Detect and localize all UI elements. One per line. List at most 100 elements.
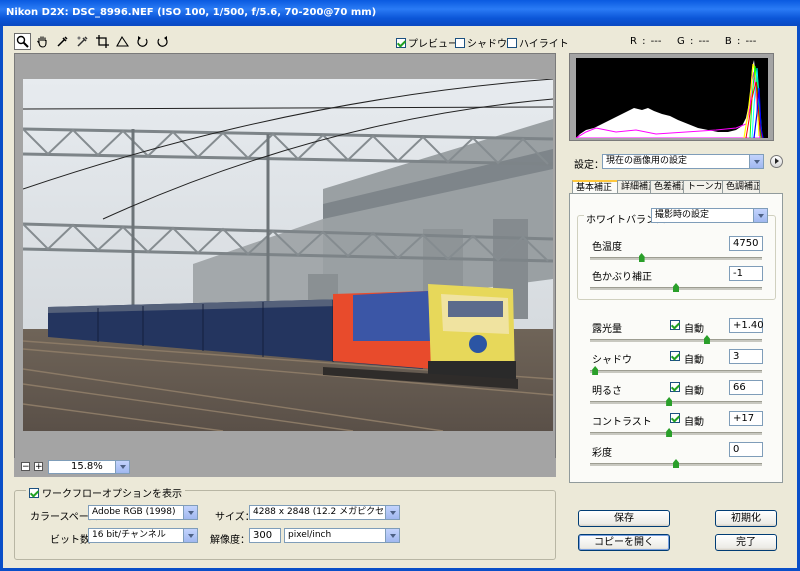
size-value: 4288 x 2848 (12.2 メガピクセル): [253, 507, 397, 517]
tint-label: 色かぶり補正: [592, 272, 652, 283]
image-preview-area[interactable]: [14, 53, 556, 477]
chevron-down-icon: [183, 529, 197, 542]
tint-slider[interactable]: [590, 283, 762, 292]
bitdepth-select[interactable]: 16 bit/チャンネル: [88, 528, 198, 543]
zoom-value: 15.8%: [71, 461, 103, 472]
resolution-unit-select[interactable]: pixel/inch: [284, 528, 400, 543]
workflow-options-checkbox[interactable]: [29, 487, 39, 498]
settings-label: 設定：: [574, 160, 604, 171]
white-balance-value: 撮影時の設定: [655, 210, 710, 220]
bitdepth-value: 16 bit/チャンネル: [92, 530, 166, 540]
brightness-auto-checkbox[interactable]: [670, 382, 680, 392]
brightness-label: 明るさ: [592, 386, 622, 397]
rotate-left-tool[interactable]: [134, 33, 151, 50]
eyedropper-tool[interactable]: [54, 33, 71, 50]
zoom-bar: − + 15.8%: [14, 458, 556, 477]
settings-select[interactable]: 現在の画像用の設定: [602, 154, 764, 169]
window-title: Nikon D2X: DSC_8996.NEF (ISO 100, 1/500,…: [0, 0, 800, 26]
eyedropper-icon: [57, 36, 68, 47]
exposure-slider[interactable]: [590, 335, 762, 344]
settings-menu-button[interactable]: [770, 155, 783, 168]
saturation-input[interactable]: 0: [729, 442, 763, 457]
rgb-readout: R : --- G : --- B : ---: [630, 36, 756, 47]
highlight-option[interactable]: ハイライト: [507, 35, 569, 50]
straighten-icon: [116, 35, 129, 47]
save-button[interactable]: 保存: [578, 510, 670, 527]
tab-curve[interactable]: トーンカーブ: [683, 180, 723, 193]
tint-input[interactable]: -1: [729, 266, 763, 281]
settings-value: 現在の画像用の設定: [606, 156, 688, 166]
size-select[interactable]: 4288 x 2848 (12.2 メガピクセル): [249, 505, 400, 520]
preview-checkbox[interactable]: [396, 37, 406, 48]
chevron-down-icon: [385, 506, 399, 519]
crop-tool[interactable]: [94, 33, 111, 50]
chevron-down-icon: [749, 155, 763, 168]
zoom-tool[interactable]: [14, 33, 31, 50]
colorspace-value: Adobe RGB (1998): [92, 507, 176, 517]
saturation-label: 彩度: [592, 448, 612, 459]
chevron-down-icon: [385, 529, 399, 542]
temperature-slider[interactable]: [590, 253, 762, 262]
chevron-down-icon: [753, 209, 767, 222]
shadow-checkbox[interactable]: [455, 37, 465, 48]
colorspace-select[interactable]: Adobe RGB (1998): [88, 505, 198, 520]
temperature-label: 色温度: [592, 242, 622, 253]
hand-tool[interactable]: [34, 33, 51, 50]
chevron-down-icon: [115, 461, 129, 473]
saturation-slider[interactable]: [590, 459, 762, 468]
g-readout: G : ---: [677, 36, 710, 47]
tab-lens[interactable]: 色差補正: [650, 180, 684, 193]
contrast-auto-checkbox[interactable]: [670, 413, 680, 423]
shadows-slider[interactable]: [590, 366, 762, 375]
tab-calibrate[interactable]: 色調補正: [722, 180, 760, 193]
done-button[interactable]: 完了: [715, 534, 777, 551]
histogram-graph: [576, 58, 768, 138]
gray-point-eyedropper-icon: [77, 36, 88, 47]
exposure-auto-checkbox[interactable]: [670, 320, 680, 330]
reset-button[interactable]: 初期化: [715, 510, 777, 527]
preview-option[interactable]: プレビュー: [396, 35, 458, 50]
exposure-input[interactable]: +1.40: [729, 318, 764, 333]
workflow-options-label: ワークフローオプションを表示: [42, 489, 182, 500]
hand-icon: [37, 36, 47, 48]
contrast-input[interactable]: +17: [729, 411, 763, 426]
zoom-icon: [16, 35, 29, 48]
exposure-label: 露光量: [592, 324, 622, 335]
shadows-label: シャドウ: [592, 355, 632, 366]
workflow-options-toggle[interactable]: ワークフローオプションを表示: [26, 485, 185, 500]
resolution-input[interactable]: 300: [249, 528, 281, 543]
brightness-slider[interactable]: [590, 397, 762, 406]
tab-detail[interactable]: 詳細補正: [617, 180, 651, 193]
open-copy-button[interactable]: コピーを開く: [578, 534, 670, 551]
shadow-option[interactable]: シャドウ: [455, 35, 507, 50]
resolution-label: 解像度：: [210, 535, 250, 546]
train-photo: [23, 79, 553, 431]
brightness-input[interactable]: 66: [729, 380, 763, 395]
straighten-tool[interactable]: [114, 33, 131, 50]
b-readout: B : ---: [724, 36, 757, 47]
toolbar: [14, 33, 171, 51]
contrast-auto-label: 自動: [684, 417, 704, 428]
gray-point-tool[interactable]: [74, 33, 91, 50]
tab-basic[interactable]: 基本補正: [572, 180, 618, 194]
zoom-out-button[interactable]: −: [21, 462, 30, 472]
preview-label: プレビュー: [408, 39, 458, 50]
resolution-unit-value: pixel/inch: [288, 530, 332, 540]
shadows-auto-checkbox[interactable]: [670, 351, 680, 361]
highlight-label: ハイライト: [519, 39, 569, 50]
white-balance-select[interactable]: 撮影時の設定: [651, 208, 768, 223]
workflow-options-group: [14, 490, 556, 560]
r-readout: R : ---: [630, 36, 662, 47]
temperature-input[interactable]: 4750: [729, 236, 763, 251]
chevron-down-icon: [183, 506, 197, 519]
contrast-slider[interactable]: [590, 428, 762, 437]
histogram: [569, 53, 774, 141]
shadows-auto-label: 自動: [684, 355, 704, 366]
rotate-left-icon: [137, 36, 148, 47]
highlight-checkbox[interactable]: [507, 37, 517, 48]
zoom-select[interactable]: 15.8%: [48, 460, 130, 474]
rotate-right-tool[interactable]: [154, 33, 171, 50]
photo-preview[interactable]: [23, 79, 553, 431]
zoom-in-button[interactable]: +: [34, 462, 43, 472]
shadows-input[interactable]: 3: [729, 349, 763, 364]
